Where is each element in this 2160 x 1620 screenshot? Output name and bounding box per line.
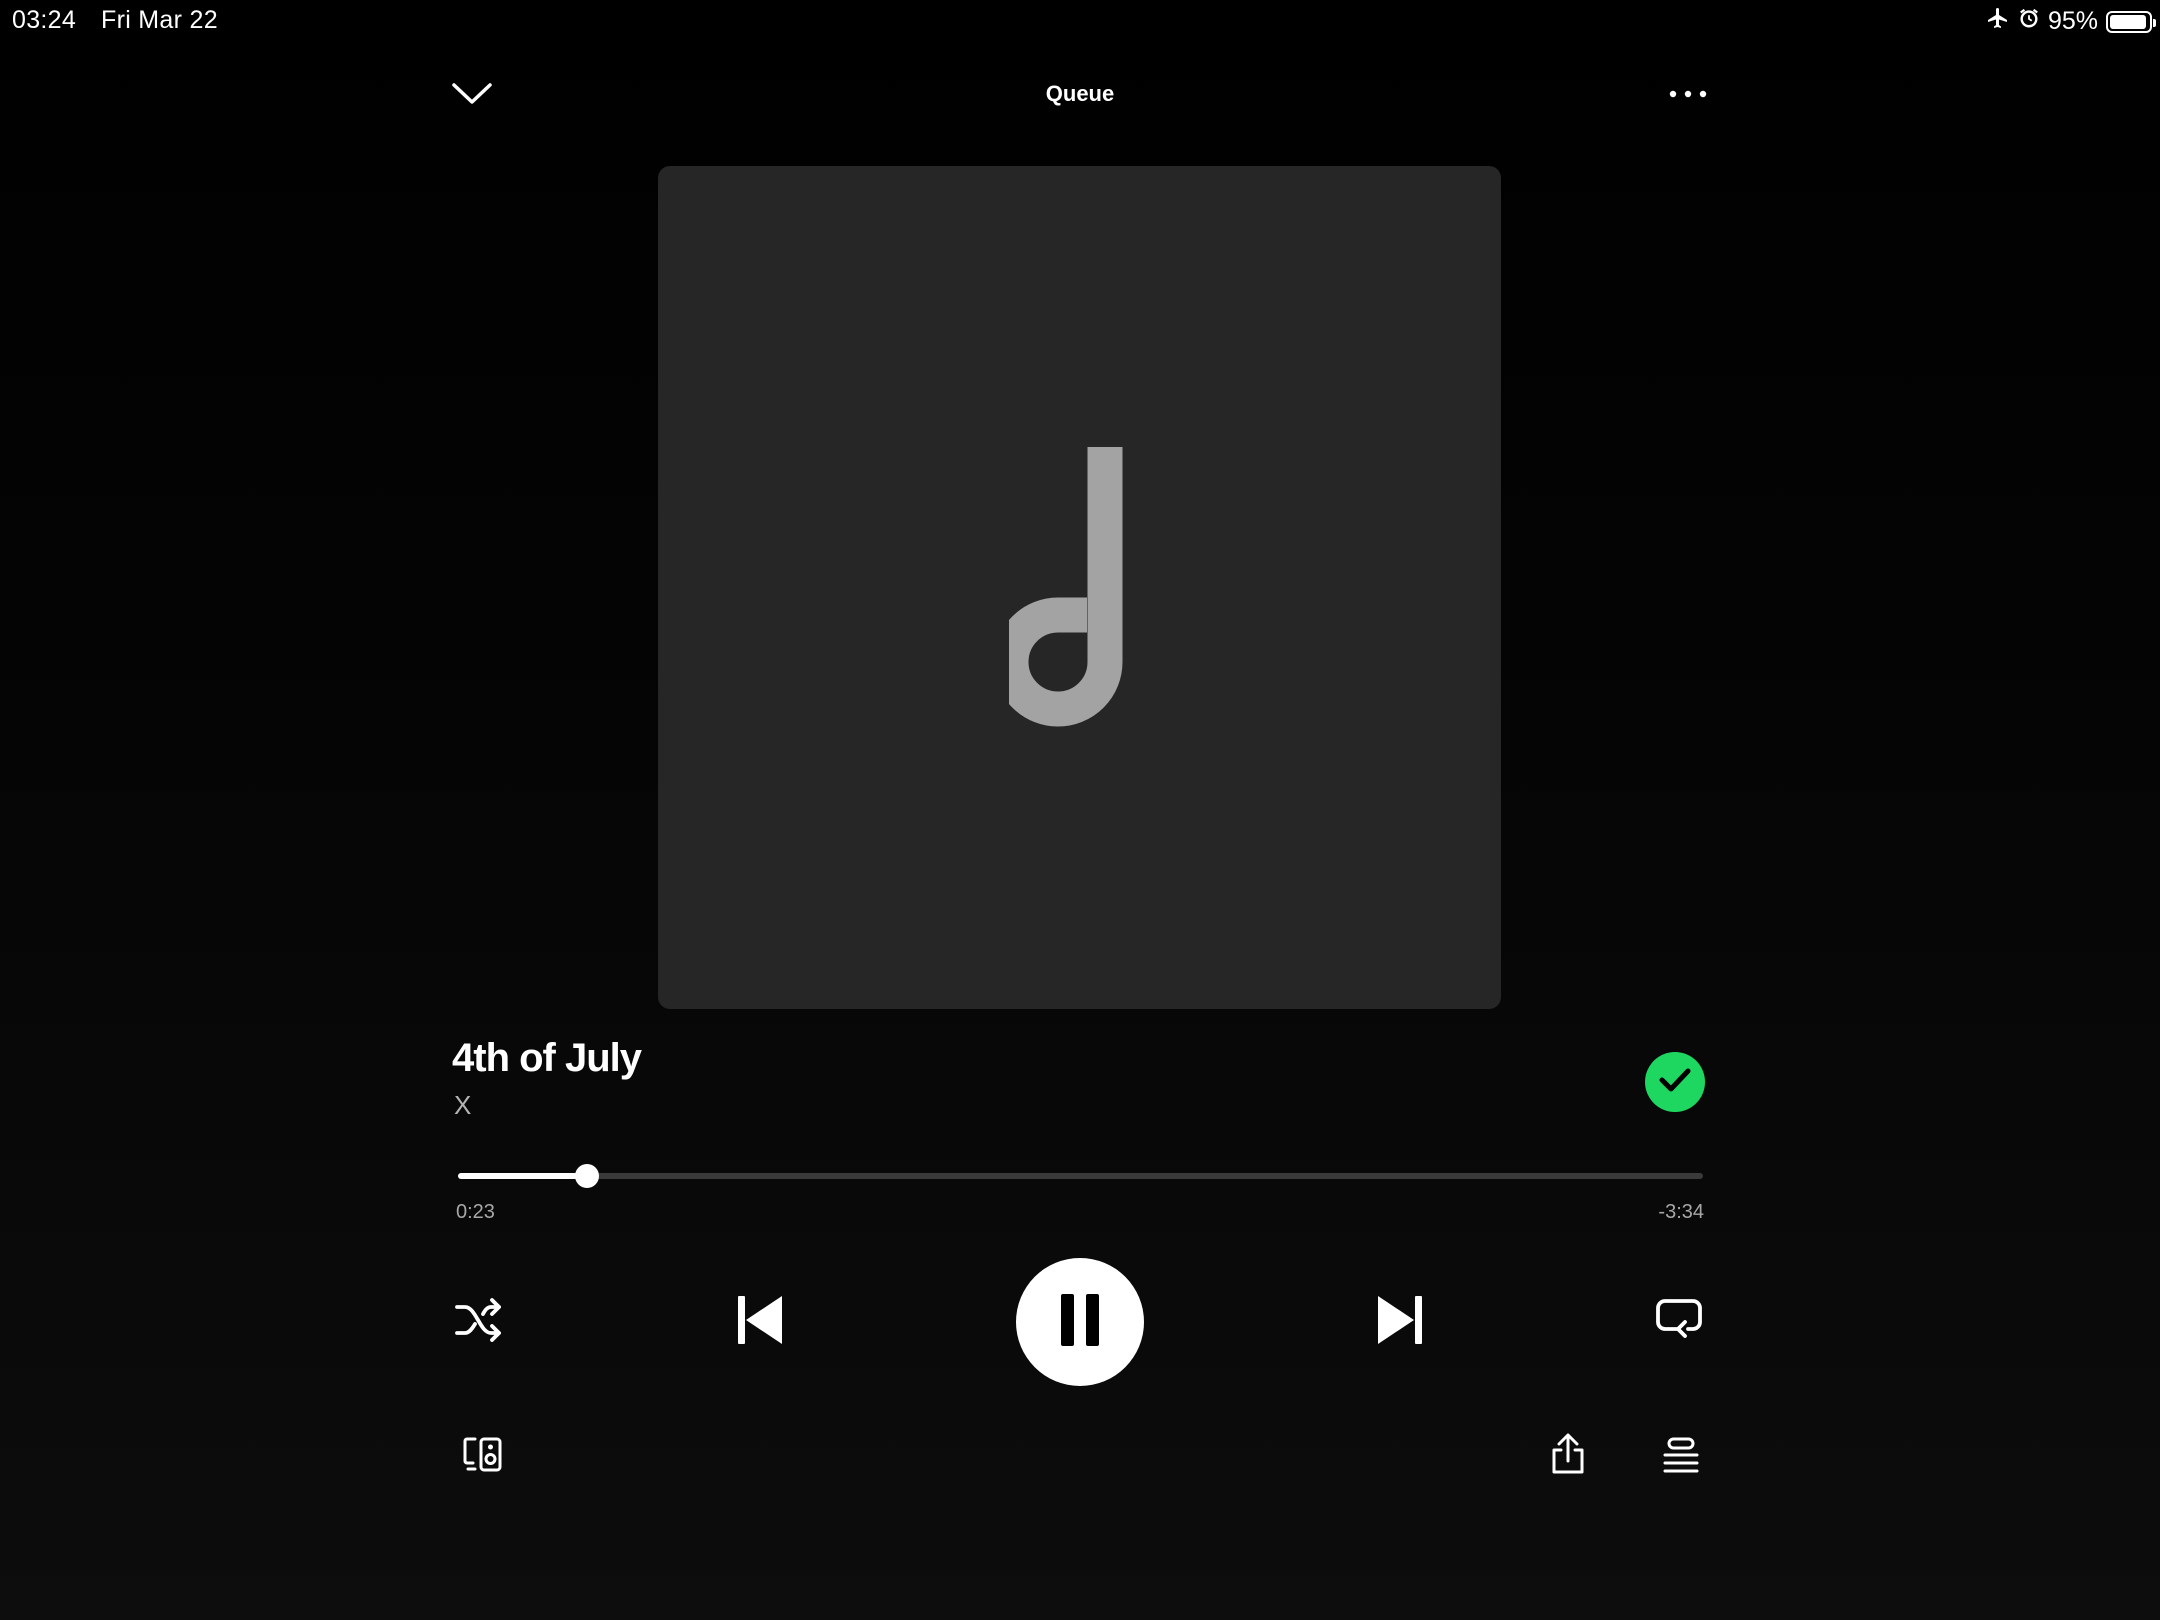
repeat-icon (1655, 1298, 1703, 1347)
music-note-icon (993, 447, 1135, 732)
more-options-button[interactable] (1664, 80, 1712, 110)
checkmark-icon (1658, 1067, 1692, 1098)
status-time: 03:24 (12, 6, 77, 34)
previous-icon (736, 1294, 784, 1351)
battery-icon (2106, 10, 2156, 33)
next-icon (1376, 1294, 1424, 1351)
queue-list-icon (1663, 1437, 1699, 1478)
share-button[interactable] (1542, 1430, 1594, 1482)
pause-button[interactable] (1016, 1258, 1144, 1386)
track-title[interactable]: 4th of July (452, 1036, 642, 1081)
connect-device-icon (462, 1436, 504, 1479)
previous-button[interactable] (730, 1292, 790, 1352)
track-artist[interactable]: X (454, 1090, 471, 1121)
progress-bar[interactable] (458, 1164, 1703, 1188)
airplane-mode-icon (1986, 6, 2010, 37)
queue-button[interactable] (1654, 1432, 1708, 1482)
elapsed-time: 0:23 (456, 1201, 495, 1223)
album-artwork (658, 166, 1501, 1009)
remaining-time: -3:34 (1658, 1201, 1704, 1223)
connect-device-button[interactable] (456, 1432, 510, 1482)
shuffle-button[interactable] (448, 1294, 510, 1350)
repeat-button[interactable] (1648, 1294, 1710, 1350)
progress-fill (458, 1173, 588, 1179)
saved-button[interactable] (1645, 1052, 1705, 1112)
battery-text: 95% (2047, 7, 2098, 35)
progress-handle[interactable] (575, 1164, 600, 1188)
share-icon (1550, 1433, 1586, 1480)
battery-level (2110, 14, 2147, 29)
status-indicators: 95% (1986, 6, 2156, 37)
status-date: Fri Mar 22 (101, 6, 218, 34)
pause-icon (1059, 1293, 1101, 1351)
more-options-icon (1668, 86, 1708, 104)
shuffle-icon (454, 1297, 504, 1347)
page-title: Queue (1045, 81, 1115, 106)
next-button[interactable] (1370, 1292, 1430, 1352)
alarm-icon (2018, 7, 2040, 36)
